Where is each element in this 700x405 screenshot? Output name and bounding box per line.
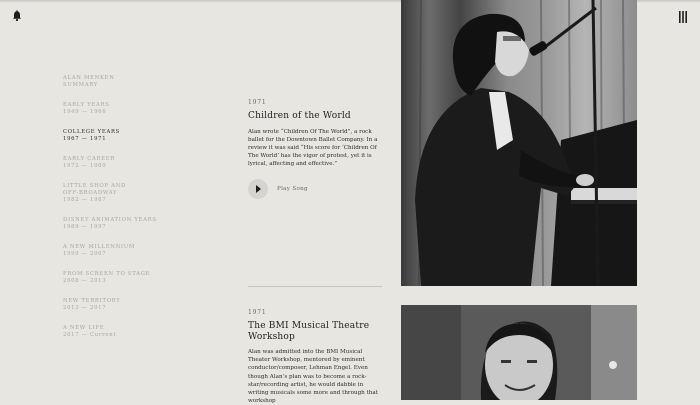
nav-item-early-career[interactable]: Early Career 1972 — 1980 [63,156,173,170]
entry-year: 1971 [248,309,267,316]
nav-item-college-years[interactable]: College Years 1967 — 1971 [63,129,173,143]
entry-title: Children of the World [248,111,351,121]
nav-item-title: Little Shop and Off-Broadway [63,183,126,196]
nav-item-new-life[interactable]: A New Life 2017 — Current [63,325,173,339]
entry-body: Alan wrote “Children Of The World”, a ro… [248,128,378,168]
nav-item-disney-animation[interactable]: Disney Animation Years 1989 — 1997 [63,217,173,231]
play-song-control[interactable]: Play Song [248,178,384,199]
nav-item-early-years[interactable]: Early Years 1949 — 1966 [63,102,173,116]
timeline-entry: 1971 Children of the World Alan wrote “C… [248,99,384,199]
nav-item-title: From Screen to Stage [63,271,151,277]
menu-icon[interactable] [679,11,687,23]
nav-item-title: Early Career [63,156,116,162]
nav-item-years: 1949 — 1966 [63,109,107,115]
nav-item-new-millennium[interactable]: A New Millennium 1999 — 2007 [63,244,173,258]
play-song-label: Play Song [277,185,308,192]
timeline-nav: Alan Menken Summary Early Years 1949 — 1… [63,75,173,352]
entry-body: Alan was admitted into the BMI Musical T… [248,349,378,405]
nav-item-years: 2008 — 2013 [63,278,107,284]
nav-item-years: 1989 — 1997 [63,224,107,230]
nav-item-title: New Territory [63,298,121,304]
nav-item-summary[interactable]: Alan Menken Summary [63,75,173,89]
nav-item-title: A New Millennium [63,244,136,250]
photo-pianist-singing [401,0,637,286]
entry-divider [248,286,382,287]
nav-item-screen-to-stage[interactable]: From Screen to Stage 2008 — 2013 [63,271,173,285]
nav-item-title: Alan Menken [63,75,115,81]
nav-item-years: 1972 — 1980 [63,163,107,169]
nav-item-new-territory[interactable]: New Territory 2013 — 2017 [63,298,173,312]
entry-title: The BMI Musical Theatre Workshop [248,321,370,342]
nav-item-title: College Years [63,129,120,135]
nav-item-little-shop[interactable]: Little Shop and Off-Broadway 1982 — 1987 [63,183,173,204]
timeline-entry: 1971 The BMI Musical Theatre Workshop Al… [248,309,384,405]
nav-item-years: 2013 — 2017 [63,305,107,311]
nav-item-years: 1982 — 1987 [63,197,107,203]
nav-item-years: 1967 — 1971 [63,136,107,142]
photo-mentor-portrait [401,305,637,400]
nav-item-title: Disney Animation Years [63,217,157,223]
nav-item-subtitle: Summary [63,82,98,88]
play-icon[interactable] [248,178,268,199]
bell-icon[interactable] [11,10,23,22]
nav-item-title: Early Years [63,102,110,108]
nav-item-years: 1999 — 2007 [63,251,107,257]
nav-item-title: A New Life [63,325,105,331]
entry-year: 1971 [248,99,267,106]
nav-item-years: 2017 — Current [63,332,117,338]
